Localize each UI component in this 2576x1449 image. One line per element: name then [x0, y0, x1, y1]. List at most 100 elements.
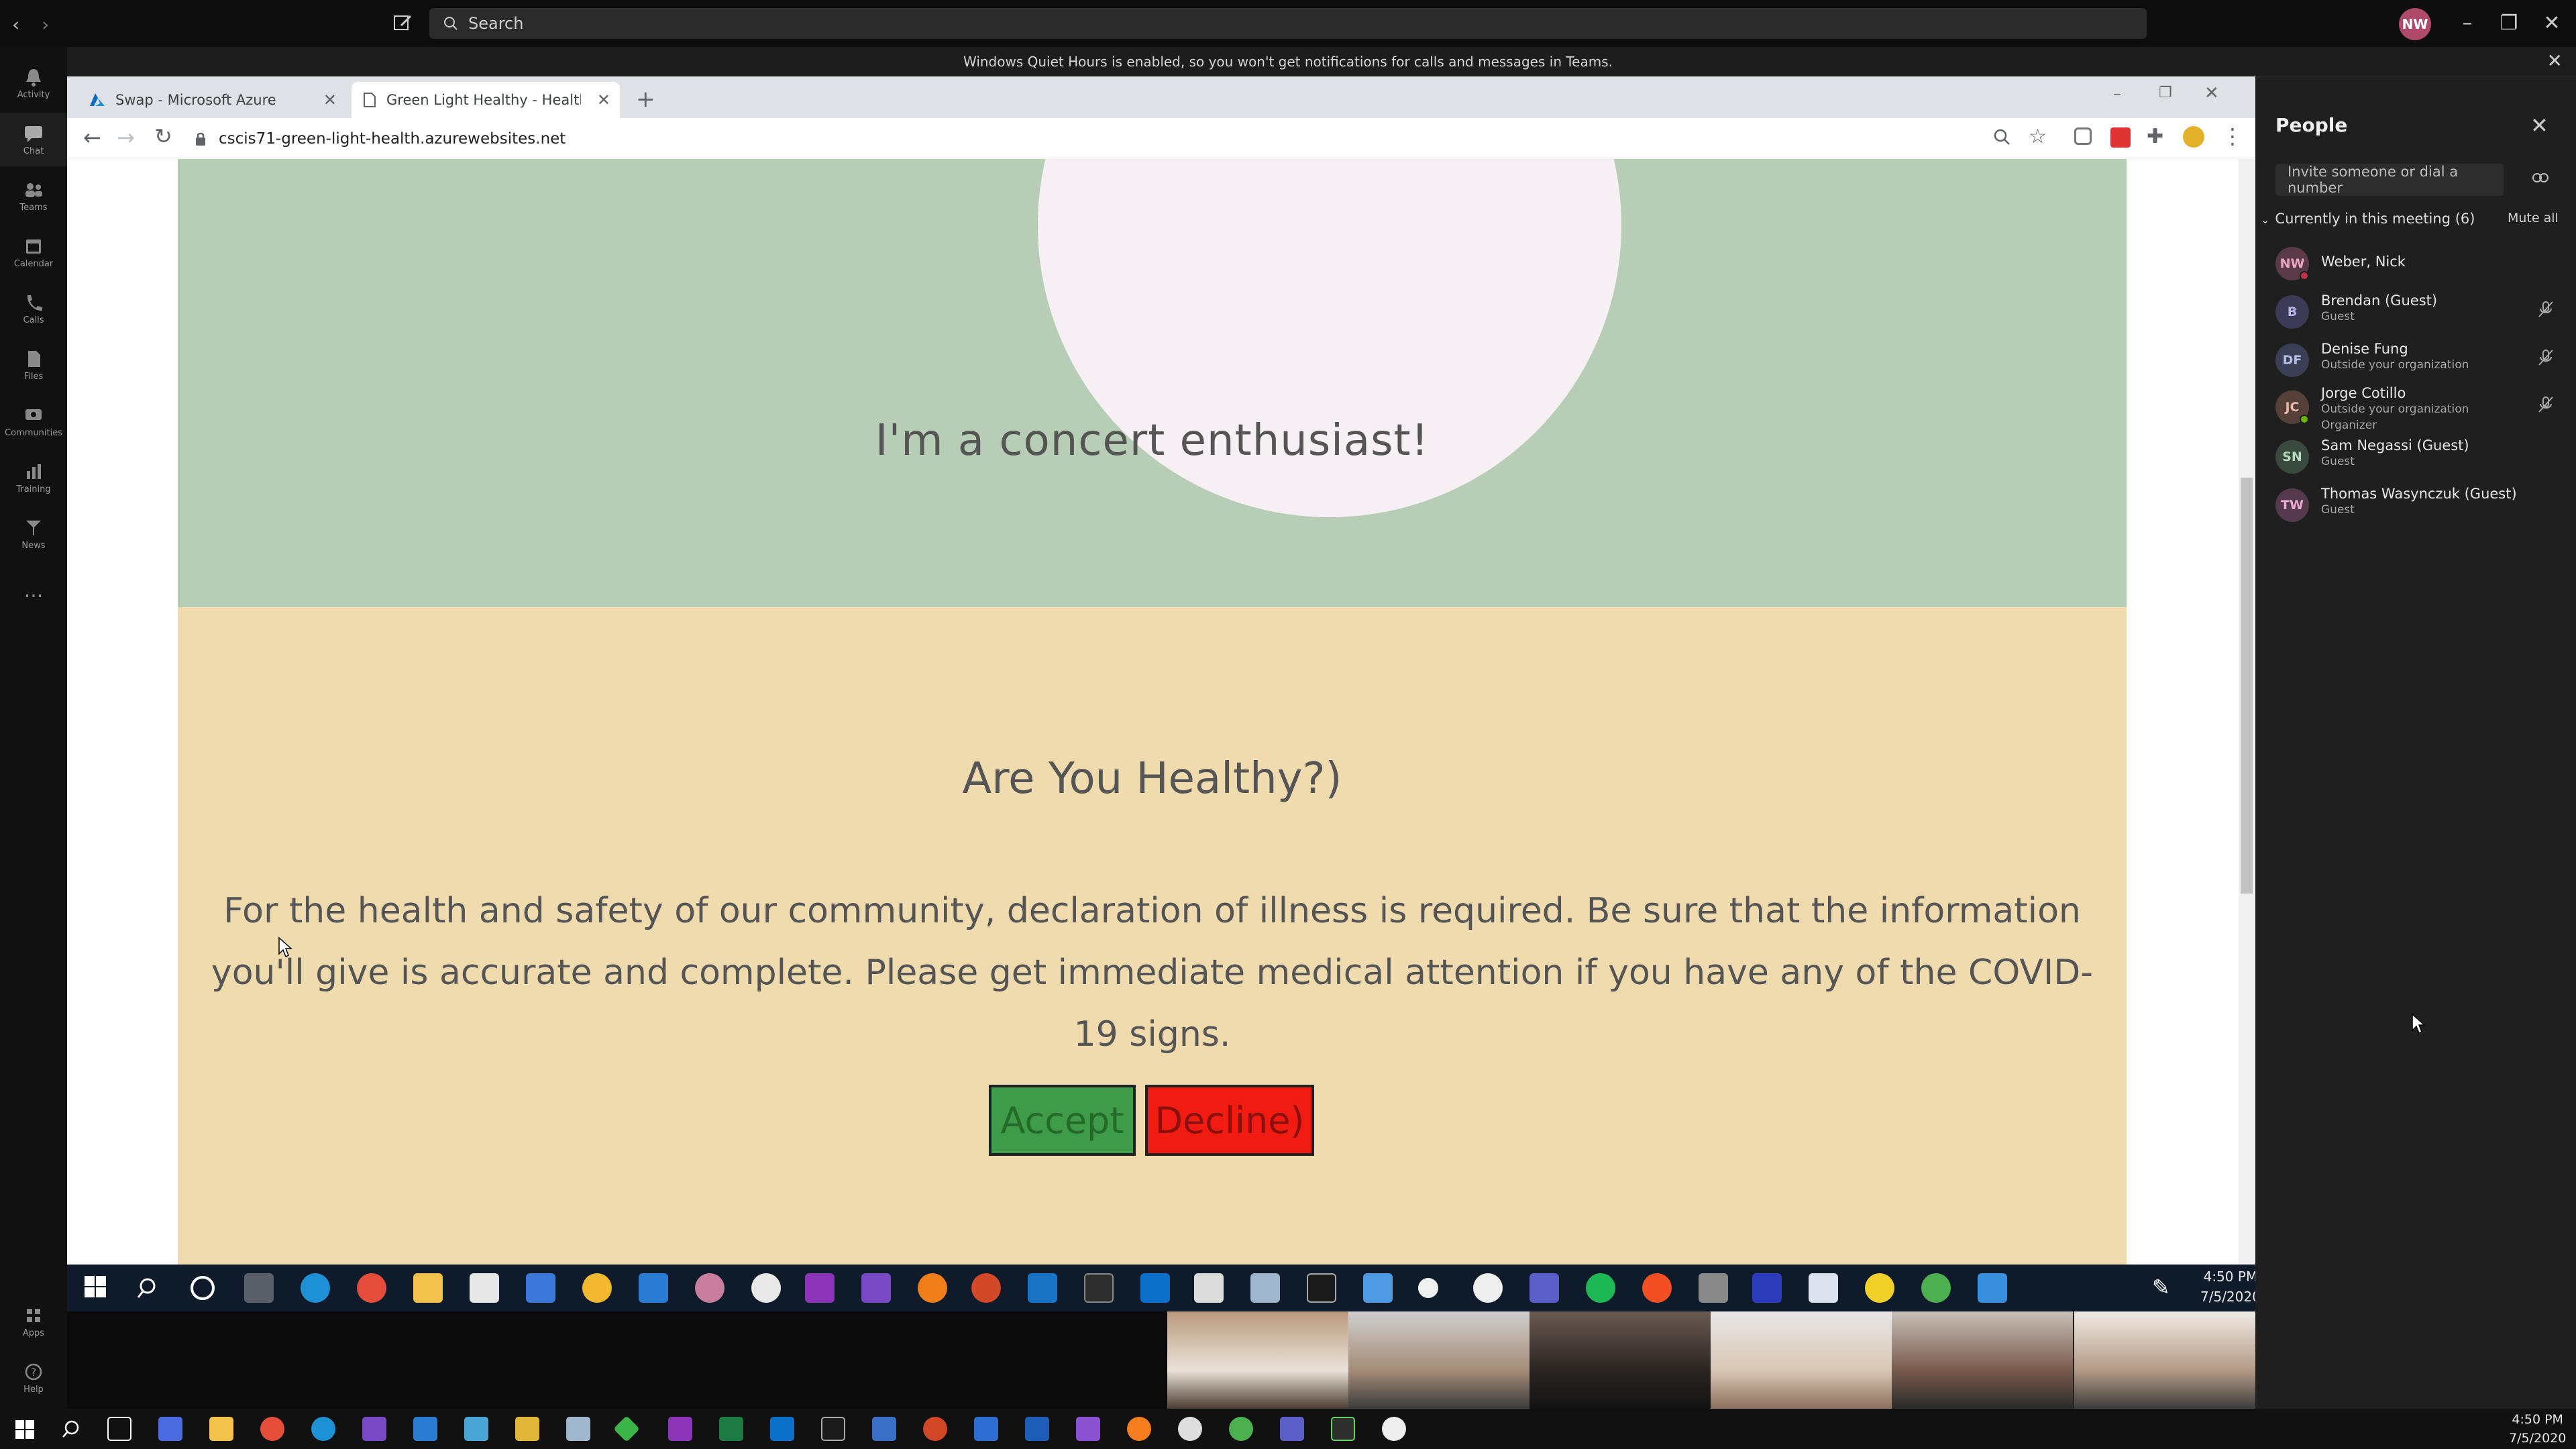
powerpoint-icon[interactable]: [971, 1273, 1001, 1303]
profile-icon[interactable]: [2183, 126, 2204, 148]
chrome-icon[interactable]: [260, 1417, 284, 1441]
chrome-icon-3[interactable]: [1921, 1273, 1951, 1303]
pen-icon[interactable]: ✎: [2152, 1275, 2170, 1300]
rail-chat[interactable]: Chat: [0, 113, 67, 166]
file-explorer-icon[interactable]: [209, 1417, 233, 1441]
edge-icon[interactable]: [301, 1273, 330, 1303]
compose-icon[interactable]: [392, 12, 413, 34]
vscode-icon[interactable]: [413, 1417, 437, 1441]
bookmark-star-icon[interactable]: ☆: [2029, 125, 2047, 148]
chat-app-icon[interactable]: [1978, 1273, 2007, 1303]
word-icon[interactable]: [1025, 1417, 1049, 1441]
rail-news[interactable]: News: [0, 507, 67, 561]
firefox-icon[interactable]: [1127, 1417, 1151, 1441]
rail-help[interactable]: ? Help: [0, 1351, 67, 1405]
paint-icon[interactable]: [1363, 1273, 1393, 1303]
banner-close-icon[interactable]: ✕: [2547, 50, 2563, 72]
spotify-icon[interactable]: [1586, 1273, 1615, 1303]
file-explorer-icon[interactable]: [413, 1273, 443, 1303]
rail-calendar[interactable]: Calendar: [0, 225, 67, 279]
windows-start-icon[interactable]: [83, 1275, 107, 1299]
chrome-icon[interactable]: [357, 1273, 386, 1303]
steam-icon[interactable]: [1178, 1417, 1202, 1441]
app-window-icon[interactable]: [566, 1417, 590, 1441]
restore-icon[interactable]: ❐: [2496, 9, 2522, 36]
github-icon[interactable]: [1473, 1273, 1503, 1303]
app-icon[interactable]: [695, 1273, 724, 1303]
participant-row[interactable]: B Brendan (Guest) Guest: [2275, 290, 2564, 338]
new-tab-button[interactable]: +: [636, 86, 655, 113]
back-arrow-icon[interactable]: ‹: [12, 13, 19, 36]
outlook-icon[interactable]: [770, 1417, 794, 1441]
close-panel-icon[interactable]: ✕: [2530, 113, 2548, 138]
teams-search-box[interactable]: Search: [429, 8, 2147, 39]
system-clock[interactable]: 4:50 PM 7/5/2020: [2509, 1410, 2566, 1448]
console-icon[interactable]: [821, 1417, 845, 1441]
participant-row[interactable]: SN Sam Negassi (Guest) Guest: [2275, 435, 2564, 483]
slack-icon[interactable]: [751, 1273, 781, 1303]
close-tab-icon[interactable]: ✕: [323, 91, 337, 109]
tab-green-light[interactable]: Green Light Healthy - Health De ✕: [352, 82, 620, 118]
puzzle-icon[interactable]: ✚: [2147, 125, 2163, 148]
store-icon[interactable]: [470, 1273, 499, 1303]
forward-arrow-icon[interactable]: ›: [42, 13, 49, 36]
video-tile[interactable]: [2074, 1311, 2255, 1409]
close-window-icon[interactable]: ✕: [2538, 9, 2565, 36]
visual-studio-icon[interactable]: [362, 1417, 386, 1441]
participant-row[interactable]: TW Thomas Wasynczuk (Guest) Guest: [2275, 483, 2564, 531]
participant-row[interactable]: NW Weber, Nick: [2275, 241, 2564, 290]
extension-badge-icon[interactable]: [2110, 127, 2131, 148]
windows-start-icon[interactable]: [15, 1419, 35, 1440]
rail-training[interactable]: Training: [0, 451, 67, 504]
reload-icon[interactable]: ↻: [154, 123, 172, 149]
scrollbar-thumb[interactable]: [2241, 478, 2253, 894]
app-teal-icon[interactable]: [464, 1417, 488, 1441]
amazon-music-icon[interactable]: [1752, 1273, 1782, 1303]
video-tile[interactable]: [1529, 1311, 1711, 1409]
console-icon[interactable]: [1307, 1273, 1336, 1303]
task-view-icon[interactable]: [244, 1273, 274, 1303]
mail-icon[interactable]: [526, 1273, 555, 1303]
checkmark-app-icon[interactable]: [1865, 1273, 1894, 1303]
rail-apps[interactable]: Apps: [0, 1295, 67, 1348]
app-circle-icon[interactable]: [1418, 1278, 1438, 1298]
decline-button[interactable]: Decline): [1145, 1085, 1314, 1156]
search-icon[interactable]: [134, 1273, 164, 1303]
user-avatar[interactable]: NW: [2399, 8, 2431, 40]
search-icon[interactable]: [60, 1417, 85, 1441]
video-tile[interactable]: [1711, 1311, 1892, 1409]
task-view-icon[interactable]: [107, 1417, 131, 1441]
tab-azure[interactable]: Swap - Microsoft Azure ✕: [78, 82, 346, 118]
video-tile[interactable]: [1348, 1311, 1529, 1409]
zoom-icon[interactable]: [1992, 127, 2011, 146]
accept-button[interactable]: Accept: [989, 1085, 1136, 1156]
browser-forward-icon[interactable]: →: [117, 125, 135, 150]
app-orange-icon[interactable]: [918, 1273, 947, 1303]
browser-menu-icon[interactable]: ⋮: [2222, 123, 2243, 149]
vscode-icon[interactable]: [639, 1273, 668, 1303]
terminal-icon[interactable]: [1331, 1417, 1355, 1441]
rail-files[interactable]: Files: [0, 338, 67, 392]
cortana-icon[interactable]: [191, 1276, 215, 1300]
app-blue-icon[interactable]: [1028, 1273, 1057, 1303]
settings-app-icon[interactable]: [1809, 1273, 1838, 1303]
address-bar[interactable]: cscis71-green-light-health.azurewebsites…: [195, 125, 2033, 153]
outlook-icon[interactable]: [1140, 1273, 1170, 1303]
onenote-icon[interactable]: [668, 1417, 692, 1441]
excel-icon[interactable]: [719, 1417, 743, 1441]
close-tab-icon[interactable]: ✕: [597, 91, 610, 109]
mute-all-button[interactable]: Mute all: [2508, 211, 2559, 225]
azure-app-icon[interactable]: [872, 1417, 896, 1441]
minimize-icon[interactable]: –: [2454, 9, 2481, 36]
share-invite-icon[interactable]: [2530, 168, 2551, 188]
app-window-icon[interactable]: [1250, 1273, 1280, 1303]
rail-communities[interactable]: Communities: [0, 394, 67, 448]
rail-more[interactable]: ...: [0, 564, 67, 617]
powerpoint-icon[interactable]: [923, 1417, 947, 1441]
onenote-icon[interactable]: [805, 1273, 835, 1303]
rail-activity[interactable]: Activity: [0, 56, 67, 110]
participant-row[interactable]: DF Denise Fung Outside your organization: [2275, 338, 2564, 386]
remote-desktop-icon[interactable]: [1194, 1273, 1224, 1303]
extension-icon[interactable]: [2074, 127, 2092, 145]
meeting-participants-header[interactable]: ⌄ Currently in this meeting (6): [2261, 211, 2475, 227]
